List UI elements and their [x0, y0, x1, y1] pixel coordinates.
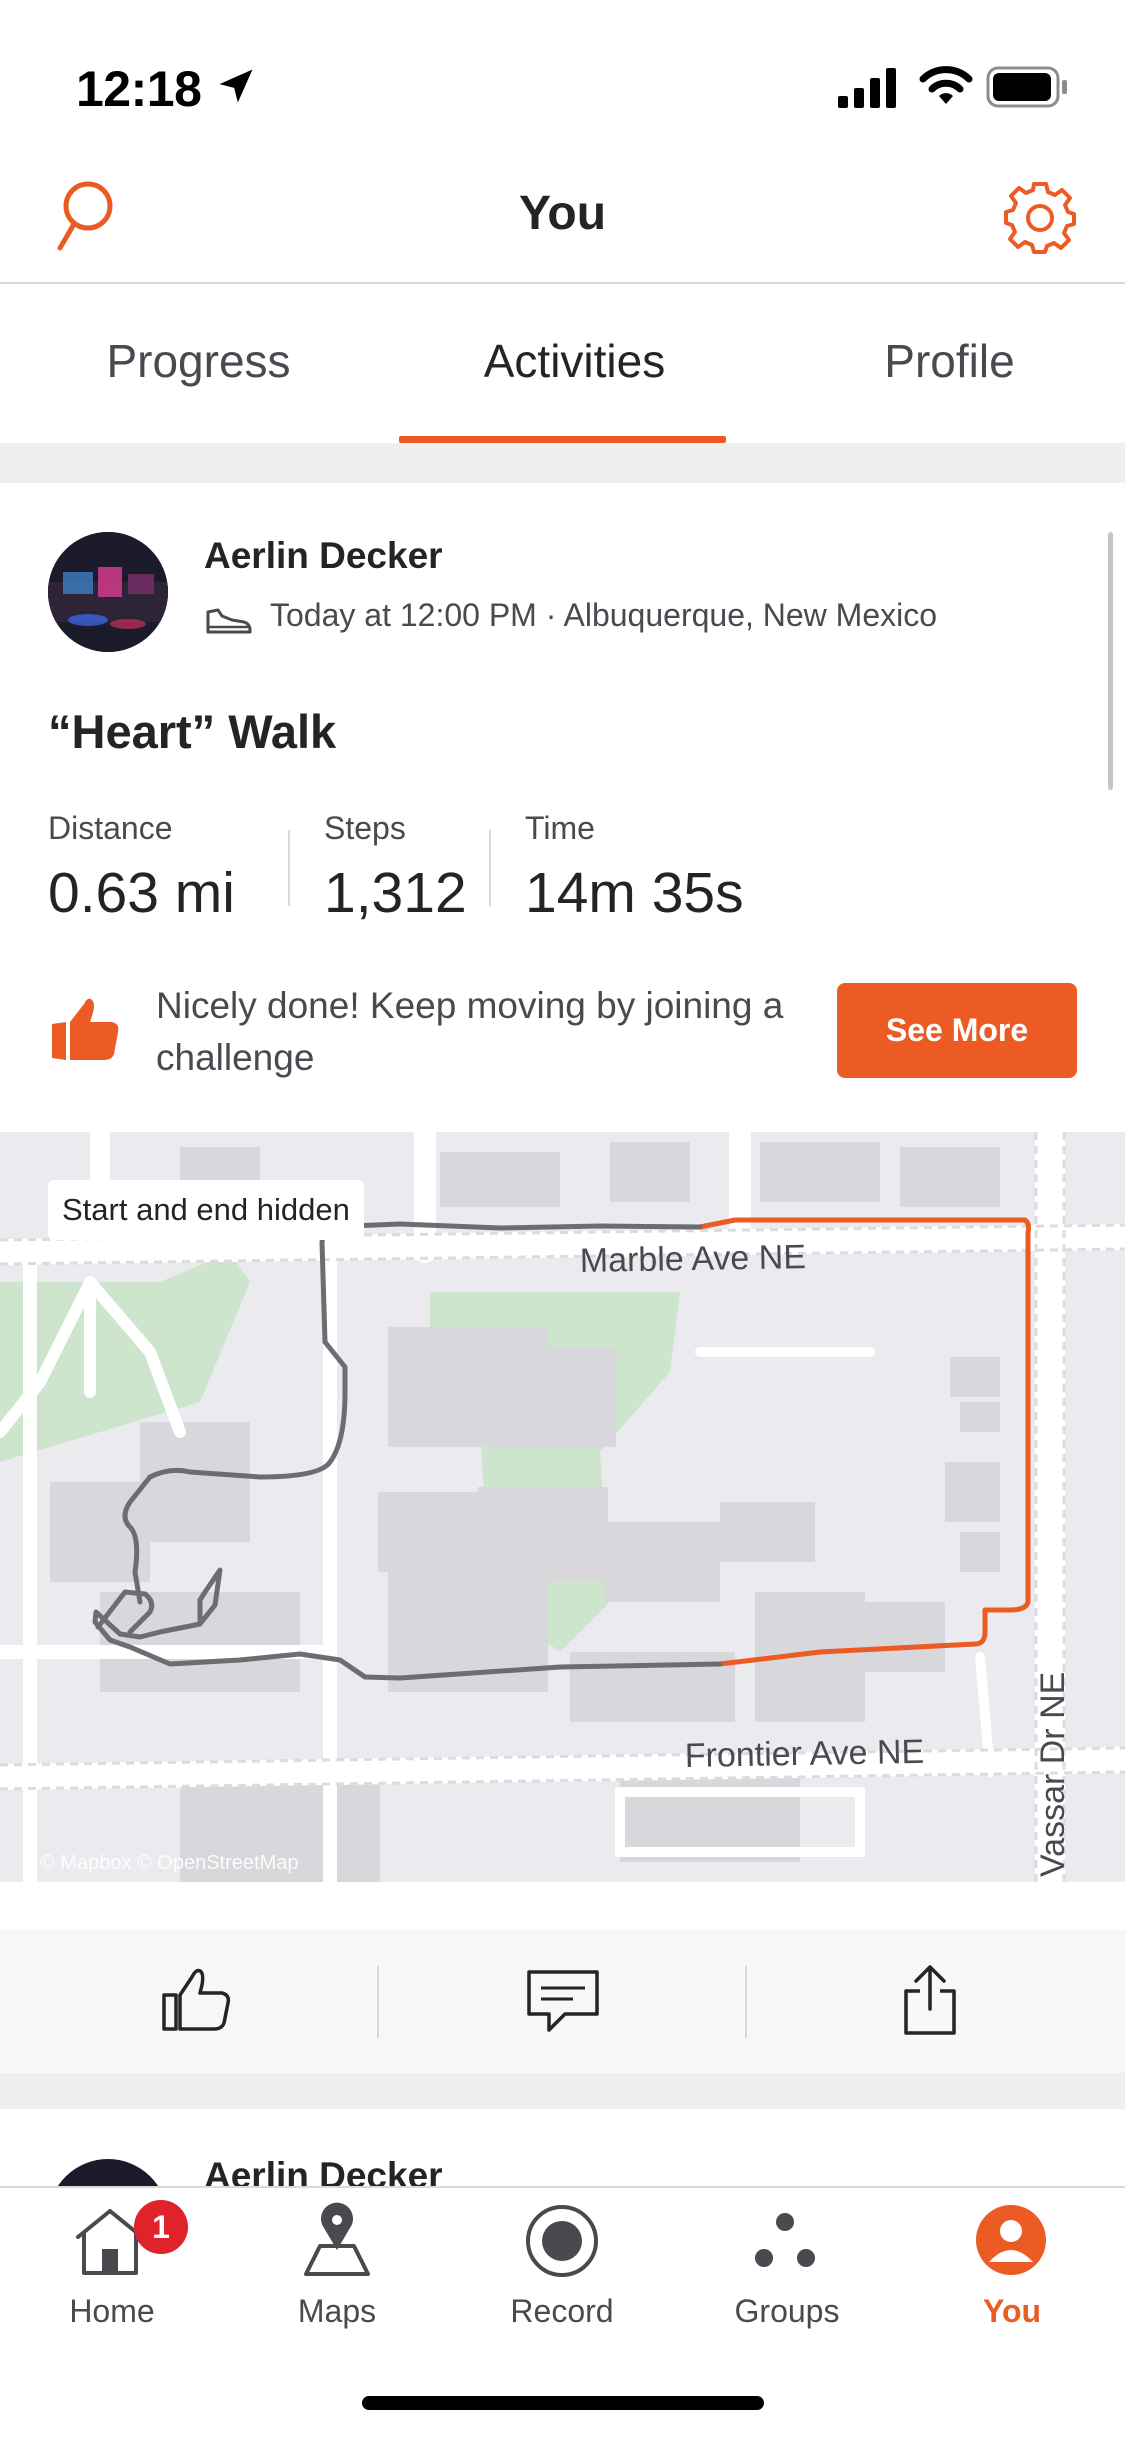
location-arrow-icon [219, 69, 253, 103]
tab-active-indicator [399, 436, 726, 443]
tab-progress[interactable]: Progress [11, 334, 386, 388]
street-label: Marble Ave NE [579, 1238, 806, 1280]
scroll-indicator [1108, 532, 1113, 790]
stat-value-distance: 0.63 mi [48, 861, 235, 925]
avatar[interactable] [48, 532, 168, 652]
tabbar-label-groups[interactable]: Groups [687, 2293, 887, 2330]
maps-icon[interactable] [300, 2200, 374, 2278]
activity-meta: Today at 12:00 PM · Albuquerque, New Mex… [270, 597, 938, 633]
thumbs-up-icon [52, 998, 119, 1060]
action-divider [745, 1966, 747, 2038]
profile-icon[interactable] [975, 2204, 1047, 2276]
spacer [0, 1882, 1125, 1930]
tabbar-label-maps[interactable]: Maps [237, 2293, 437, 2330]
gear-icon[interactable] [1002, 180, 1078, 256]
wifi-icon [919, 66, 973, 104]
activity-map[interactable]: Marble Ave NE Frontier Ave NE Vassar Dr … [0, 1132, 1125, 1882]
start-end-hidden-badge: Start and end hidden [48, 1180, 364, 1240]
tabbar-label-you[interactable]: You [912, 2293, 1112, 2330]
activity-title[interactable]: “Heart” Walk [48, 704, 336, 759]
tabbar-label-home[interactable]: Home [12, 2293, 212, 2330]
battery-icon [986, 66, 1067, 108]
top-tabs: Progress Activities Profile [0, 284, 1125, 446]
avatar[interactable] [48, 2159, 168, 2189]
action-divider [377, 1966, 379, 2038]
record-icon[interactable] [524, 2203, 600, 2279]
map-attribution: © Mapbox © OpenStreetMap [40, 1852, 299, 1874]
cellular-signal-icon [838, 68, 896, 108]
status-time: 12:18 [76, 61, 202, 117]
shoe-icon [206, 608, 252, 634]
tab-activities[interactable]: Activities [387, 334, 762, 388]
stat-value-steps: 1,312 [324, 861, 467, 925]
street-label: Vassar Dr NE [1034, 1672, 1072, 1877]
section-divider [0, 443, 1125, 483]
tabbar-label-record[interactable]: Record [462, 2293, 662, 2330]
stat-value-time: 14m 35s [525, 861, 744, 925]
section-divider [0, 2073, 1125, 2109]
stat-label-distance: Distance [48, 810, 173, 846]
share-icon[interactable] [902, 1963, 958, 2037]
page-title: You [518, 187, 607, 240]
stat-divider [288, 830, 290, 906]
notification-badge: 1 [134, 2200, 188, 2254]
street-label: Frontier Ave NE [684, 1733, 924, 1775]
see-more-button[interactable]: See More [837, 983, 1077, 1078]
map-canvas: Marble Ave NE Frontier Ave NE Vassar Dr … [0, 1132, 1125, 1882]
kudos-thumb-icon[interactable] [160, 1963, 232, 2035]
comment-icon[interactable] [525, 1968, 601, 2034]
stat-divider [489, 830, 491, 906]
groups-icon[interactable] [752, 2212, 818, 2272]
athlete-name[interactable]: Aerlin Decker [204, 535, 443, 577]
tab-profile[interactable]: Profile [762, 334, 1125, 388]
app-header: You [0, 160, 1125, 284]
stat-label-time: Time [525, 810, 595, 846]
promo-text: Nicely done! Keep moving by joining a ch… [156, 985, 784, 1078]
home-indicator [362, 2396, 764, 2410]
stat-label-steps: Steps [324, 810, 406, 846]
next-activity-card[interactable] [0, 2109, 1125, 2189]
